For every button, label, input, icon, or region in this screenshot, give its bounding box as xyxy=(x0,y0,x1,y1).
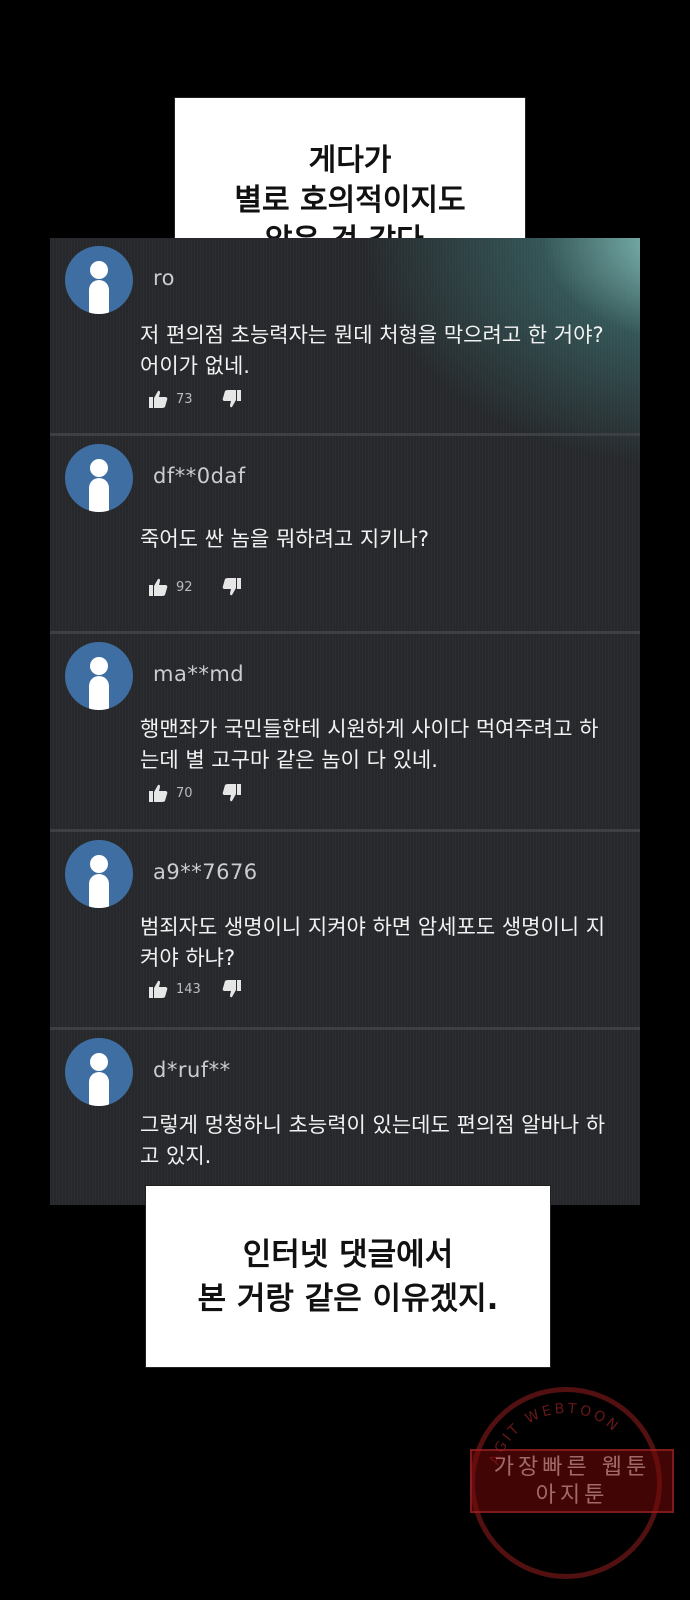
thumbs-down-icon[interactable] xyxy=(222,783,242,803)
comment-reactions: 70 xyxy=(148,782,242,804)
watermark-band: 가장빠른 웹툰 아지툰 xyxy=(470,1449,674,1513)
user-avatar-icon xyxy=(65,444,133,512)
thumbs-up-icon[interactable] xyxy=(148,783,168,803)
comment-text: 죽어도 싼 놈을 뭐하려고 지키나? xyxy=(140,527,430,551)
user-avatar-icon xyxy=(65,840,133,908)
thumbs-down-icon[interactable] xyxy=(222,577,242,597)
top-caption-line: 별로 호의적이지도 xyxy=(234,182,466,218)
comment-text: 그렇게 멍청하니 초능력이 있는데도 편의점 알바나 하고 있지. xyxy=(140,1113,606,1168)
watermark-line: 아지툰 xyxy=(535,1483,609,1508)
bottom-caption-line: 본 거랑 같은 이유겠지. xyxy=(197,1280,499,1317)
comment-username: ma**md xyxy=(153,662,245,686)
comment-item: d*ruf** 그렇게 멍청하니 초능력이 있는데도 편의점 알바나 하고 있지… xyxy=(50,1030,640,1205)
comment-username: a9**7676 xyxy=(153,860,258,884)
like-count: 92 xyxy=(176,579,193,595)
comment-reactions: 73 xyxy=(148,388,242,410)
user-avatar-icon xyxy=(65,642,133,710)
comment-panel: ro 저 편의점 초능력자는 뭔데 처형을 막으려고 한 거야? 어이가 없네.… xyxy=(50,238,640,1205)
user-avatar-icon xyxy=(65,1038,133,1106)
comment-item: a9**7676 범죄자도 생명이니 지켜야 하면 암세포도 생명이니 지켜야 … xyxy=(50,832,640,1030)
comment-reactions: 92 xyxy=(148,576,242,598)
comment-item: ma**md 행맨좌가 국민들한테 시원하게 사이다 먹여주려고 하는데 별 고… xyxy=(50,634,640,832)
comment-username: d*ruf** xyxy=(153,1058,231,1082)
comment-text: 저 편의점 초능력자는 뭔데 처형을 막으려고 한 거야? 어이가 없네. xyxy=(140,323,604,378)
thumbs-down-icon[interactable] xyxy=(222,389,242,409)
like-count: 143 xyxy=(176,981,201,997)
comment-reactions: 143 xyxy=(148,978,242,1000)
like-count: 70 xyxy=(176,785,193,801)
comment-username: df**0daf xyxy=(153,464,246,488)
comment-text: 행맨좌가 국민들한테 시원하게 사이다 먹여주려고 하는데 별 고구마 같은 놈… xyxy=(140,717,599,772)
comment-text: 범죄자도 생명이니 지켜야 하면 암세포도 생명이니 지켜야 하냐? xyxy=(140,915,606,970)
thumbs-down-icon[interactable] xyxy=(222,979,242,999)
bottom-caption-text: 인터넷 댓글에서 본 거랑 같은 이유겠지. xyxy=(198,1233,499,1321)
thumbs-up-icon[interactable] xyxy=(148,389,168,409)
user-avatar-icon xyxy=(65,246,133,314)
comment-item: df**0daf 죽어도 싼 놈을 뭐하려고 지키나? 92 xyxy=(50,436,640,634)
watermark-line: 가장빠른 웹툰 xyxy=(493,1455,651,1480)
bottom-caption-line: 인터넷 댓글에서 xyxy=(242,1236,454,1273)
comment-item: ro 저 편의점 초능력자는 뭔데 처형을 막으려고 한 거야? 어이가 없네.… xyxy=(50,238,640,436)
like-count: 73 xyxy=(176,391,193,407)
thumbs-up-icon[interactable] xyxy=(148,979,168,999)
thumbs-up-icon[interactable] xyxy=(148,577,168,597)
top-caption-line: 게다가 xyxy=(308,142,392,178)
bottom-caption-box: 인터넷 댓글에서 본 거랑 같은 이유겠지. xyxy=(145,1185,551,1368)
comment-username: ro xyxy=(153,266,176,290)
